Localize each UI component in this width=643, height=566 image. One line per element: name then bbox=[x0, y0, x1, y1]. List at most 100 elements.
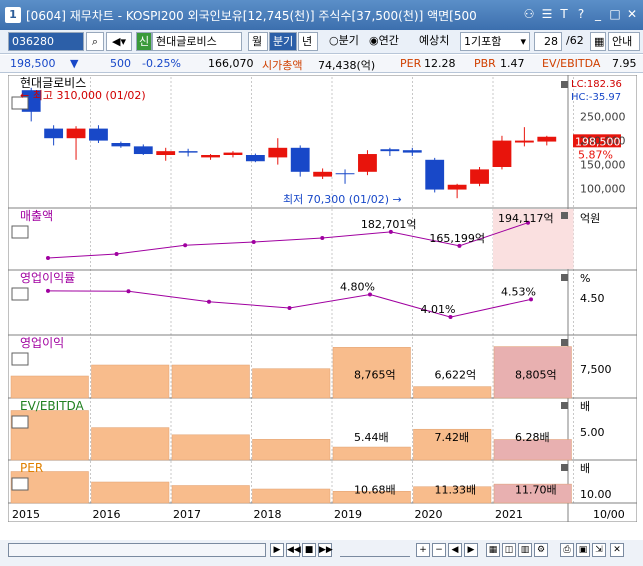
help-icon[interactable]: ? bbox=[574, 6, 588, 22]
period-quarter-button[interactable]: 분기 bbox=[269, 32, 297, 51]
chart-type-icon[interactable]: ◫ bbox=[502, 543, 516, 557]
candle-body bbox=[201, 155, 220, 158]
ev-ebitda-bar bbox=[252, 439, 331, 461]
x-tick-label: 2016 bbox=[93, 508, 121, 521]
sales-panel-name: 매출액 bbox=[20, 209, 53, 223]
rewind-icon[interactable]: ◀◀ bbox=[286, 543, 301, 557]
candle-body bbox=[156, 151, 176, 155]
chart-svg: 현대글로비스← 최고 310,000 (01/02) 최저 70,300 (01/… bbox=[7, 74, 638, 523]
radio-cumulative[interactable]: ◉연간 bbox=[366, 32, 414, 51]
radio-quarter[interactable]: ○분기 bbox=[326, 32, 366, 51]
zoom-slider[interactable] bbox=[340, 543, 410, 557]
ev-ebitda-unit: 배 bbox=[580, 400, 590, 413]
period-year-button[interactable]: 년 bbox=[298, 32, 318, 51]
financial-chart[interactable]: 현대글로비스 ← 최고 310,000 (01/02) 최저 70,300 (01/… bbox=[7, 74, 638, 523]
candle-body bbox=[313, 171, 333, 177]
panel-close-icon bbox=[561, 81, 568, 88]
per-data-label: 11.33배 bbox=[435, 484, 477, 497]
op-profit-data-label: 8,805억 bbox=[515, 369, 557, 382]
volume: 166,070 bbox=[208, 57, 254, 70]
toolbar: 036280 ⌕ ◀▾ 신 현대글로비스 월 분기 년 ○분기 ◉연간 예상치 … bbox=[0, 30, 643, 54]
fast-forward-icon[interactable]: ▶▶ bbox=[318, 543, 333, 557]
guide-button[interactable]: 안내 bbox=[608, 32, 640, 51]
minimize-icon[interactable]: _ bbox=[591, 6, 605, 22]
current-price-value: 198,500 bbox=[575, 135, 621, 148]
estimate-value: 1기포함 bbox=[464, 35, 502, 48]
save-icon[interactable]: ▣ bbox=[576, 543, 590, 557]
grid-icon[interactable]: ▦ bbox=[590, 32, 606, 51]
bar-chart-icon[interactable]: ▥ bbox=[518, 543, 532, 557]
font-icon[interactable]: T bbox=[557, 6, 571, 22]
ev-ebitda-y-tick: 5.00 bbox=[580, 426, 605, 439]
close-panel-icon[interactable]: ✕ bbox=[610, 543, 624, 557]
panel-icon bbox=[11, 352, 29, 366]
grid-toggle-icon[interactable]: ▦ bbox=[486, 543, 500, 557]
zoom-out-icon[interactable]: − bbox=[432, 543, 446, 557]
play-icon[interactable]: ▶ bbox=[270, 543, 284, 557]
ev-ebitda-bar bbox=[332, 446, 411, 461]
period-month-button[interactable]: 월 bbox=[248, 32, 268, 51]
margin-point bbox=[46, 288, 50, 293]
page-input[interactable]: 28 bbox=[534, 32, 562, 51]
candle-body bbox=[44, 128, 64, 139]
price-change: 500 bbox=[110, 57, 131, 70]
stop-icon[interactable]: ■ bbox=[302, 543, 316, 557]
ev-ebitda-data-label: 7.42배 bbox=[435, 431, 470, 444]
margin-data-label: 4.01% bbox=[421, 303, 456, 316]
panel-close-icon bbox=[561, 212, 568, 219]
candle-body bbox=[537, 136, 557, 142]
x-tick-label: 2015 bbox=[12, 508, 40, 521]
ev-ebitda-data-label: 5.44배 bbox=[354, 431, 389, 444]
op-profit-bar bbox=[171, 364, 250, 399]
candle-body bbox=[111, 143, 131, 147]
radio-quarter-label: 분기 bbox=[338, 34, 359, 47]
export-icon[interactable]: ⇲ bbox=[592, 543, 606, 557]
list-icon[interactable]: ☰ bbox=[540, 6, 554, 22]
mcap-value: 74,438(억) bbox=[318, 59, 376, 72]
ev-ebitda-bar bbox=[91, 427, 170, 461]
x-tick-label: 2019 bbox=[334, 508, 362, 521]
price-y-tick: 100,000 bbox=[580, 183, 626, 196]
x-tick-label: 2020 bbox=[415, 508, 443, 521]
print-icon[interactable]: ⎙ bbox=[560, 543, 574, 557]
horizontal-scrollbar[interactable] bbox=[8, 543, 266, 557]
current-price: 198,500 bbox=[10, 57, 56, 70]
zoom-in-icon[interactable]: + bbox=[416, 543, 430, 557]
margin-point bbox=[126, 289, 131, 294]
margin-data-label: 4.53% bbox=[501, 285, 536, 298]
candle-body bbox=[66, 128, 86, 139]
window-title: [0604] 재무차트 - KOSPI200 외국인보유[12,745(천)] … bbox=[26, 9, 477, 23]
margin-data-label: 4.80% bbox=[340, 280, 375, 293]
candle-body bbox=[335, 173, 355, 175]
stock-code-input[interactable]: 036280 bbox=[8, 32, 84, 51]
settings-icon[interactable]: ⚙ bbox=[534, 543, 548, 557]
op-profit-bar bbox=[91, 364, 170, 399]
per-data-label: 11.70배 bbox=[515, 484, 557, 497]
panel-icon bbox=[11, 415, 29, 429]
price-panel-name: 현대글로비스 bbox=[20, 76, 86, 90]
chevron-down-icon: ▾ bbox=[520, 35, 526, 48]
candle-body bbox=[492, 140, 512, 167]
panel-icon bbox=[11, 477, 29, 491]
pan-left-icon[interactable]: ◀ bbox=[448, 543, 462, 557]
estimate-label: 예상치 bbox=[419, 34, 450, 47]
candle-body bbox=[245, 155, 265, 162]
link-icon[interactable]: ⚇ bbox=[522, 6, 536, 22]
search-icon[interactable]: ⌕ bbox=[86, 32, 104, 51]
close-icon[interactable]: ✕ bbox=[625, 6, 639, 22]
candle-body bbox=[89, 128, 108, 141]
x-right-label: 10/00 bbox=[593, 508, 625, 521]
maximize-icon[interactable]: □ bbox=[608, 6, 622, 22]
estimate-select[interactable]: 1기포함 ▾ bbox=[460, 32, 530, 51]
panel-close-icon bbox=[561, 274, 568, 281]
speaker-icon[interactable]: ◀▾ bbox=[106, 32, 132, 51]
candle-body bbox=[223, 152, 243, 155]
low-price-label: 최저 70,300 (01/02) → bbox=[283, 193, 402, 206]
sales-point bbox=[183, 243, 188, 248]
sales-point bbox=[114, 252, 119, 256]
sales-point bbox=[320, 236, 325, 240]
ev-ebitda-bar bbox=[171, 434, 250, 461]
company-name-field[interactable]: 현대글로비스 bbox=[152, 32, 242, 51]
per-data-label: 10.68배 bbox=[354, 484, 396, 497]
pan-right-icon[interactable]: ▶ bbox=[464, 543, 478, 557]
